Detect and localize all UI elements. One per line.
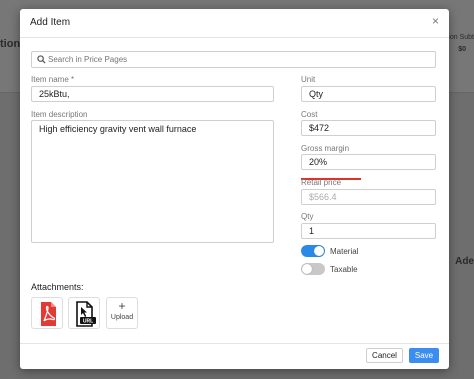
material-toggle[interactable] bbox=[301, 245, 325, 257]
cancel-button[interactable]: Cancel bbox=[366, 348, 403, 363]
taxable-label: Taxable bbox=[330, 265, 358, 274]
unit-field[interactable]: Qty bbox=[301, 86, 436, 102]
toggle-knob bbox=[302, 264, 312, 274]
attachment-url[interactable]: URL bbox=[68, 297, 100, 329]
footer-divider bbox=[20, 343, 449, 344]
cost-field[interactable]: $472 bbox=[301, 120, 436, 136]
add-item-dialog: Add Item × Item name * 25kBtu, Item desc… bbox=[20, 9, 449, 369]
search-icon bbox=[37, 55, 46, 64]
upload-label: Upload bbox=[110, 314, 134, 321]
retail-price-field: $566.4 bbox=[301, 189, 436, 205]
material-label: Material bbox=[330, 247, 359, 256]
gross-margin-label: Gross margin bbox=[301, 144, 350, 153]
upload-button[interactable]: + Upload bbox=[106, 297, 138, 329]
attachments-title: Attachments: bbox=[31, 282, 84, 292]
url-badge-text: URL bbox=[83, 319, 93, 325]
attachment-pdf[interactable] bbox=[31, 297, 63, 329]
qty-label: Qty bbox=[301, 212, 314, 221]
save-button[interactable]: Save bbox=[409, 348, 439, 363]
background-left-text: tion bbox=[0, 38, 21, 50]
pdf-file-icon bbox=[41, 302, 56, 326]
close-icon[interactable]: × bbox=[432, 15, 439, 27]
plus-icon: + bbox=[118, 299, 126, 313]
background-right-heading: tion Subt bbox=[446, 34, 474, 41]
qty-field[interactable]: 1 bbox=[301, 223, 436, 239]
url-file-icon: URL bbox=[76, 301, 96, 327]
item-name-label: Item name * bbox=[31, 75, 75, 84]
title-divider bbox=[20, 37, 449, 38]
taxable-toggle[interactable] bbox=[301, 263, 325, 275]
cost-label: Cost bbox=[301, 110, 318, 119]
item-description-field[interactable]: High efficiency gravity vent wall furnac… bbox=[31, 120, 274, 243]
gross-margin-field[interactable]: 20% bbox=[301, 154, 436, 170]
item-name-field[interactable]: 25kBtu, bbox=[31, 86, 274, 102]
unit-label: Unit bbox=[301, 75, 316, 84]
dialog-title: Add Item bbox=[30, 17, 71, 28]
toggle-knob bbox=[314, 246, 324, 256]
price-pages-search[interactable] bbox=[31, 51, 436, 68]
background-right-text: Ade bbox=[455, 256, 474, 267]
retail-price-label: Retail price bbox=[301, 178, 342, 187]
search-input[interactable] bbox=[48, 53, 428, 66]
item-description-label: Item description bbox=[31, 110, 88, 119]
background-right-value: $0 bbox=[458, 46, 466, 53]
